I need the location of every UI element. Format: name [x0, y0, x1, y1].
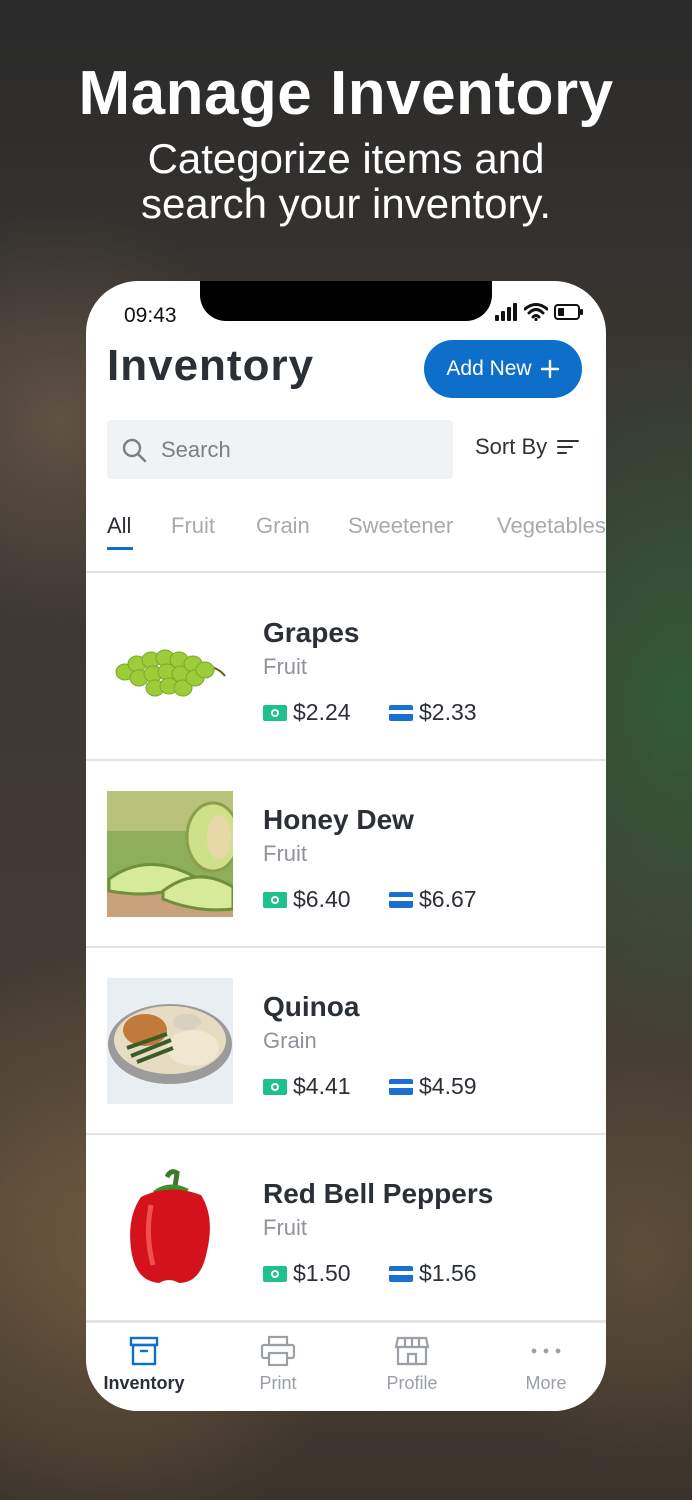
quinoa-image — [107, 978, 233, 1104]
battery-icon — [554, 304, 583, 320]
cash-price-value: $1.50 — [293, 1260, 351, 1286]
page-title: Inventory — [107, 341, 315, 390]
credit-card-icon — [389, 891, 413, 908]
wifi-icon — [524, 303, 548, 321]
more-dots-icon — [531, 1348, 561, 1354]
card-price-value: $2.33 — [419, 699, 477, 725]
active-tab-indicator — [107, 547, 133, 550]
nav-profile-label: Profile — [386, 1373, 438, 1393]
signal-icon — [495, 303, 517, 321]
list-item[interactable]: Quinoa Grain $4.41 $4.59 — [86, 947, 606, 1135]
item-category: Fruit — [263, 1215, 307, 1240]
cash-price-value: $2.24 — [293, 699, 351, 725]
nav-print-label: Print — [259, 1373, 297, 1393]
bottom-nav: Inventory Print Profile More — [86, 1321, 606, 1411]
item-name: Red Bell Peppers — [263, 1178, 494, 1209]
tab-all[interactable]: All — [107, 513, 131, 539]
card-price-value: $6.67 — [419, 886, 477, 912]
status-time: 09:43 — [124, 304, 177, 327]
tab-vegetables[interactable]: Vegetables — [497, 513, 606, 539]
item-name: Grapes — [263, 617, 360, 648]
card-price: $2.33 — [389, 699, 477, 726]
cash-price-value: $6.40 — [293, 886, 351, 912]
printer-icon — [260, 1335, 296, 1367]
red-bell-pepper-image — [107, 1165, 233, 1291]
cash-price-value: $4.41 — [293, 1073, 351, 1099]
cash-price: $2.24 — [263, 699, 351, 726]
item-name: Quinoa — [263, 991, 360, 1022]
cash-icon — [263, 1078, 287, 1095]
nav-more-label: More — [525, 1373, 567, 1393]
item-name: Honey Dew — [263, 804, 414, 835]
nav-profile[interactable]: Profile — [357, 1335, 467, 1394]
cash-icon — [263, 891, 287, 908]
phone-notch — [200, 281, 492, 321]
card-price: $1.56 — [389, 1260, 477, 1287]
card-price-value: $4.59 — [419, 1073, 477, 1099]
list-item[interactable]: Grapes Fruit $2.24 $2.33 — [86, 573, 606, 761]
cash-price: $6.40 — [263, 886, 351, 913]
card-price: $4.59 — [389, 1073, 477, 1100]
hero-subtitle: Categorize items and search your invento… — [140, 135, 552, 227]
cash-icon — [263, 704, 287, 721]
tab-fruit[interactable]: Fruit — [171, 513, 215, 539]
nav-more[interactable]: More — [491, 1335, 601, 1394]
search-input[interactable] — [159, 435, 433, 464]
cash-icon — [263, 1265, 287, 1282]
add-new-button[interactable]: Add New — [424, 340, 582, 398]
nav-inventory-label: Inventory — [103, 1373, 185, 1393]
nav-inventory[interactable]: Inventory — [89, 1335, 199, 1394]
hero-title: Manage Inventory — [78, 59, 614, 128]
tab-grain[interactable]: Grain — [256, 513, 310, 539]
credit-card-icon — [389, 1078, 413, 1095]
item-category: Fruit — [263, 654, 307, 679]
status-icons — [494, 303, 584, 321]
plus-icon — [540, 359, 559, 379]
store-icon — [394, 1336, 430, 1366]
honeydew-image — [107, 791, 233, 917]
nav-print[interactable]: Print — [223, 1335, 333, 1394]
cash-price: $1.50 — [263, 1260, 351, 1287]
archive-box-icon — [129, 1336, 159, 1366]
card-price: $6.67 — [389, 886, 477, 913]
credit-card-icon — [389, 704, 413, 721]
card-price-value: $1.56 — [419, 1260, 477, 1286]
sort-by-button[interactable]: Sort By — [475, 434, 580, 460]
item-category: Grain — [263, 1028, 317, 1053]
add-new-label: Add New — [446, 357, 532, 380]
list-item[interactable]: Honey Dew Fruit $6.40 $6.67 — [86, 760, 606, 948]
search-icon — [122, 438, 147, 462]
search-bar — [107, 420, 453, 479]
tab-sweetener[interactable]: Sweetener — [348, 513, 453, 539]
cash-price: $4.41 — [263, 1073, 351, 1100]
grapes-image — [107, 604, 233, 730]
item-category: Fruit — [263, 841, 307, 866]
list-item[interactable]: Red Bell Peppers Fruit $1.50 $1.56 — [86, 1134, 606, 1322]
sort-lines-icon — [557, 440, 580, 454]
sort-by-label: Sort By — [475, 434, 548, 459]
category-tabs: All Fruit Grain Sweetener Vegetables — [86, 509, 606, 573]
phone-screen: 09:43 Inventory Add New Search Sort By A… — [86, 281, 606, 1411]
credit-card-icon — [389, 1265, 413, 1282]
